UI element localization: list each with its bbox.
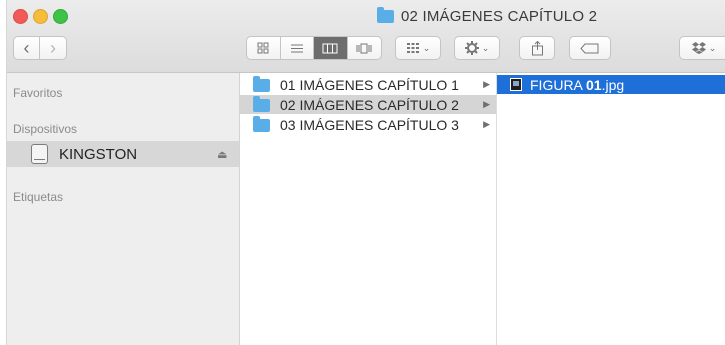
arrange-grid-icon: [406, 43, 419, 53]
file-name: FIGURA 01.jpg: [530, 77, 624, 93]
icon-view-button[interactable]: [247, 37, 281, 59]
minimize-window-button[interactable]: [33, 9, 48, 24]
folder-name: 03 IMÁGENES CAPÍTULO 3: [280, 116, 459, 133]
folder-icon: [253, 116, 270, 132]
sidebar-header-favorites: Favoritos: [13, 86, 63, 100]
cover-flow-icon: [356, 43, 372, 53]
file-name-extension: .jpg: [601, 76, 625, 93]
chevron-down-icon: ⌄: [708, 42, 717, 53]
chevron-down-icon: ⌄: [481, 42, 490, 53]
column-view-icon: [322, 43, 338, 53]
window-title: 02 IMÁGENES CAPÍTULO 2: [377, 6, 597, 26]
folder-row-selected[interactable]: 02 IMÁGENES CAPÍTULO 2 ▶: [240, 95, 496, 114]
sidebar: Favoritos Dispositivos KINGSTON ⏏ Etique…: [7, 73, 240, 345]
file-row-selected[interactable]: FIGURA 01.jpg: [497, 75, 725, 94]
folder-icon: [253, 96, 270, 112]
icon-view-icon: [257, 42, 269, 54]
disclosure-arrow-icon: ▶: [483, 99, 490, 109]
dropbox-button[interactable]: ⌄: [679, 36, 725, 60]
folder-row[interactable]: 01 IMÁGENES CAPÍTULO 1 ▶: [240, 75, 496, 94]
forward-button[interactable]: ›: [40, 37, 66, 59]
action-button[interactable]: ⌄: [454, 36, 500, 60]
folder-name: 02 IMÁGENES CAPÍTULO 2: [280, 96, 459, 113]
folder-icon: [253, 76, 270, 92]
tag-button[interactable]: [569, 36, 611, 60]
column-view-button[interactable]: [314, 37, 348, 59]
sidebar-item-kingston[interactable]: KINGSTON ⏏: [7, 141, 239, 167]
view-mode-control: [246, 36, 382, 60]
tag-icon: [580, 43, 599, 53]
folder-icon: [377, 6, 394, 23]
sidebar-header-devices: Dispositivos: [13, 122, 78, 136]
dropbox-icon: [691, 42, 706, 54]
finder-window: 02 IMÁGENES CAPÍTULO 2 ‹ › ⌄ ⌄ ⌄ Favorit…: [6, 0, 725, 345]
folder-row[interactable]: 03 IMÁGENES CAPÍTULO 3 ▶: [240, 115, 496, 134]
sidebar-item-label: KINGSTON: [59, 145, 138, 163]
file-name-prefix: FIGURA: [530, 76, 587, 93]
sidebar-header-tags: Etiquetas: [13, 190, 64, 204]
back-forward-group: ‹ ›: [13, 36, 67, 60]
disclosure-arrow-icon: ▶: [483, 79, 490, 89]
share-button[interactable]: [519, 36, 555, 60]
file-column: FIGURA 01.jpg: [497, 73, 725, 345]
zoom-window-button[interactable]: [53, 9, 68, 24]
folder-column: 01 IMÁGENES CAPÍTULO 1 ▶ 02 IMÁGENES CAP…: [240, 73, 497, 345]
chevron-down-icon: ⌄: [422, 42, 431, 53]
usb-drive-icon: [31, 144, 48, 164]
disclosure-arrow-icon: ▶: [483, 119, 490, 129]
list-view-button[interactable]: [281, 37, 314, 59]
cover-flow-button[interactable]: [348, 37, 381, 59]
list-view-icon: [290, 44, 303, 52]
image-file-icon: [510, 78, 522, 91]
file-name-number: 01: [586, 76, 602, 93]
close-window-button[interactable]: [13, 9, 28, 24]
eject-icon[interactable]: ⏏: [217, 148, 227, 161]
arrange-button[interactable]: ⌄: [395, 36, 441, 60]
title-bar: 02 IMÁGENES CAPÍTULO 2 ‹ › ⌄ ⌄ ⌄: [7, 0, 725, 73]
folder-name: 01 IMÁGENES CAPÍTULO 1: [280, 76, 459, 93]
gear-icon: [464, 41, 479, 55]
share-icon: [531, 40, 543, 55]
back-button[interactable]: ‹: [14, 37, 41, 59]
window-title-text: 02 IMÁGENES CAPÍTULO 2: [401, 7, 598, 25]
